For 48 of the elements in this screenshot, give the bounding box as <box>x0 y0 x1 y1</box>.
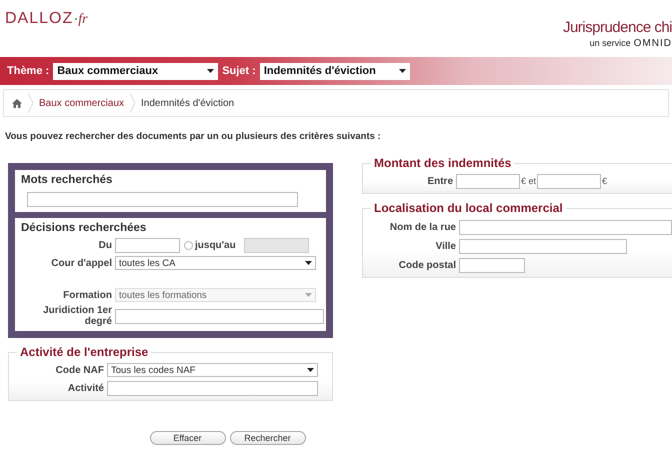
text-field[interactable] <box>107 381 318 396</box>
field-label: Cour d'appel <box>50 258 113 269</box>
filter-dropdown[interactable]: Indemnités d'éviction <box>260 62 410 80</box>
section-title: Activité de l'entreprise <box>17 344 152 360</box>
caret-icon <box>398 69 406 73</box>
chevron-icon <box>130 93 136 113</box>
site-title: Jurisprudence chi <box>562 19 672 36</box>
text-field[interactable] <box>459 239 627 254</box>
service-label: un service <box>590 36 631 50</box>
caret-icon <box>307 368 314 372</box>
field-label: Nom de la rue <box>388 222 457 234</box>
filter-dropdown[interactable]: Baux commerciaux <box>53 62 218 80</box>
field-label: jusqu'au <box>195 239 236 254</box>
keywords-field[interactable] <box>27 192 298 208</box>
field-label: Ville <box>434 241 457 252</box>
amount-field[interactable] <box>456 174 520 190</box>
section-title: Décisions recherchées <box>21 221 148 236</box>
home-icon[interactable] <box>12 98 22 108</box>
amount-field[interactable] <box>537 174 602 190</box>
breadcrumb-link[interactable]: Baux commerciaux <box>39 96 124 110</box>
filter-label: Thème : <box>7 64 50 79</box>
field-label: Code postal <box>398 260 457 272</box>
section-title: Mots recherchés <box>21 173 114 188</box>
caret-icon <box>207 69 214 73</box>
text-field[interactable] <box>459 220 672 236</box>
text-field[interactable] <box>115 308 324 324</box>
field-label: Juridiction 1er degré <box>42 305 113 328</box>
field-label: Du <box>98 240 113 252</box>
caret-icon <box>305 261 312 266</box>
brand-name: OMNID <box>634 37 672 51</box>
action-button[interactable]: Rechercher <box>230 431 306 446</box>
field-label: Formation <box>62 290 113 301</box>
intro-text: Vous pouvez rechercher des documents par un ou plusieurs des critères suivants : <box>5 130 382 144</box>
date-field[interactable] <box>115 238 180 254</box>
dropdown[interactable]: Tous les codes NAF <box>107 363 318 378</box>
dropdown[interactable]: toutes les CA <box>115 256 316 270</box>
breadcrumb-current: Indemnités d'éviction <box>141 96 234 110</box>
logo[interactable]: DALLOZ fr <box>5 7 88 31</box>
text-field[interactable] <box>459 258 525 274</box>
unit-label: € <box>602 175 608 188</box>
field-label: Entre <box>426 175 454 190</box>
action-button[interactable]: Effacer <box>150 431 226 446</box>
field-label: Code NAF <box>54 364 105 376</box>
field-label: Activité <box>66 383 105 394</box>
unit-label: € et <box>521 175 536 188</box>
filter-label: Sujet : <box>222 64 256 79</box>
chevron-icon <box>28 93 33 113</box>
caret-icon <box>305 293 312 298</box>
